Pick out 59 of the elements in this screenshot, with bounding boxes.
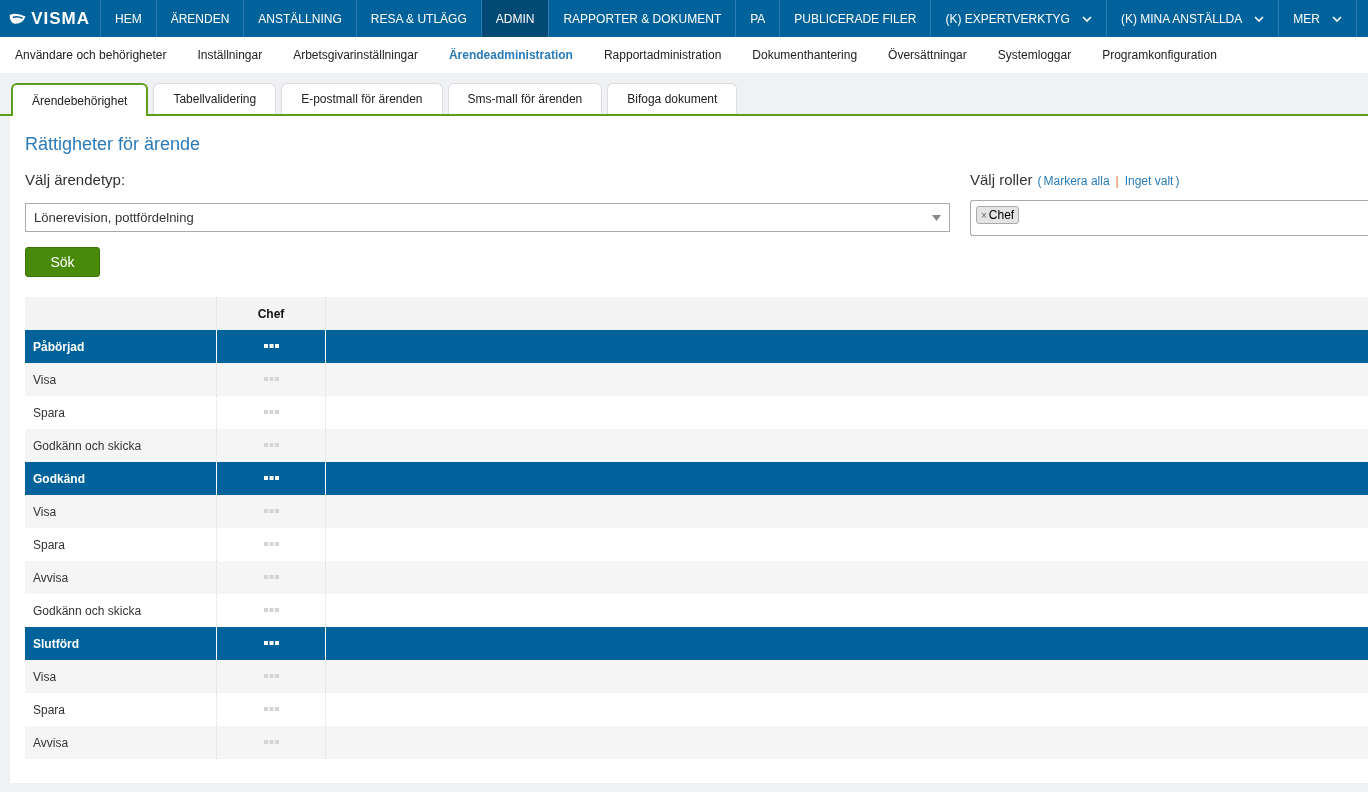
permission-label: Visa bbox=[33, 372, 57, 387]
dots-icon[interactable] bbox=[263, 674, 279, 679]
dots-icon[interactable] bbox=[263, 641, 279, 646]
select-all-link[interactable]: Markera alla bbox=[1043, 174, 1110, 188]
remove-tag-button[interactable]: × bbox=[981, 209, 987, 221]
permission-label: Spara bbox=[33, 405, 66, 420]
subnav-link[interactable]: Arbetsgivarinställningar bbox=[293, 48, 418, 62]
permission-label: Godkänn och skicka bbox=[33, 438, 142, 453]
dots-icon[interactable] bbox=[263, 344, 279, 349]
dots-icon[interactable] bbox=[263, 575, 279, 580]
permission-label: Visa bbox=[33, 504, 57, 519]
permission-label: Spara bbox=[33, 537, 66, 552]
subnav-link[interactable]: Programkonfiguration bbox=[1102, 48, 1217, 62]
separator: | bbox=[1115, 174, 1119, 188]
dots-icon[interactable] bbox=[263, 476, 279, 481]
permission-label: Godkänn och skicka bbox=[33, 603, 142, 618]
subnav-link[interactable]: Översättningar bbox=[888, 48, 967, 62]
tab[interactable]: Tabellvalidering bbox=[153, 83, 277, 114]
subnav-link[interactable]: Dokumenthantering bbox=[752, 48, 858, 62]
dots-icon[interactable] bbox=[263, 443, 279, 448]
chevron-down-icon bbox=[1081, 15, 1092, 22]
dots-icon[interactable] bbox=[263, 410, 279, 415]
dots-icon[interactable] bbox=[263, 509, 279, 514]
paren: ( bbox=[1037, 174, 1042, 188]
paren: ) bbox=[1175, 174, 1180, 188]
case-type-dropdown[interactable]: Lönerevision, pottfördelning bbox=[25, 203, 950, 232]
tag-label: Chef bbox=[988, 208, 1015, 222]
tab[interactable]: E-postmall för ärenden bbox=[281, 83, 443, 114]
tab[interactable]: Bifoga dokument bbox=[607, 83, 738, 114]
roles-field[interactable]: × Chef bbox=[970, 200, 1368, 236]
nav-tab[interactable]: ADMIN bbox=[481, 0, 550, 37]
subnav-link[interactable]: Systemloggar bbox=[997, 48, 1072, 62]
tab[interactable]: Ärendebehörighet bbox=[11, 83, 149, 116]
status-label: Slutförd bbox=[33, 636, 79, 651]
dots-icon[interactable] bbox=[263, 608, 279, 613]
permission-label: Spara bbox=[33, 702, 66, 717]
permission-label: Avvisa bbox=[33, 735, 69, 750]
subnav-link[interactable]: Rapportadministration bbox=[603, 48, 722, 62]
permission-label: Avvisa bbox=[33, 570, 69, 585]
chevron-down-icon bbox=[1331, 15, 1342, 22]
permission-label: Visa bbox=[33, 669, 57, 684]
chevron-down-icon bbox=[1254, 15, 1265, 22]
status-label: Godkänd bbox=[33, 471, 85, 486]
dropdown-arrow-icon bbox=[932, 214, 941, 221]
logo-text: VISMA bbox=[31, 8, 90, 29]
dots-icon[interactable] bbox=[263, 542, 279, 547]
dots-icon[interactable] bbox=[263, 740, 279, 745]
subnav-link[interactable]: Ärendeadministration bbox=[448, 48, 573, 62]
subnav-link[interactable]: Användare och behörigheter bbox=[15, 48, 167, 62]
subnav-link[interactable]: Inställningar bbox=[197, 48, 263, 62]
status-label: Påbörjad bbox=[33, 339, 85, 354]
field-label: Välj roller bbox=[970, 171, 1033, 188]
search-button[interactable]: Sök bbox=[25, 247, 100, 277]
dots-icon[interactable] bbox=[263, 377, 279, 382]
dots-icon[interactable] bbox=[263, 707, 279, 712]
field-label: Välj ärendetyp: bbox=[25, 171, 127, 188]
select-none-link[interactable]: Inget valt bbox=[1124, 174, 1174, 188]
tab[interactable]: Sms-mall för ärenden bbox=[447, 83, 603, 114]
section-heading: Rättigheter för ärende bbox=[25, 134, 202, 155]
